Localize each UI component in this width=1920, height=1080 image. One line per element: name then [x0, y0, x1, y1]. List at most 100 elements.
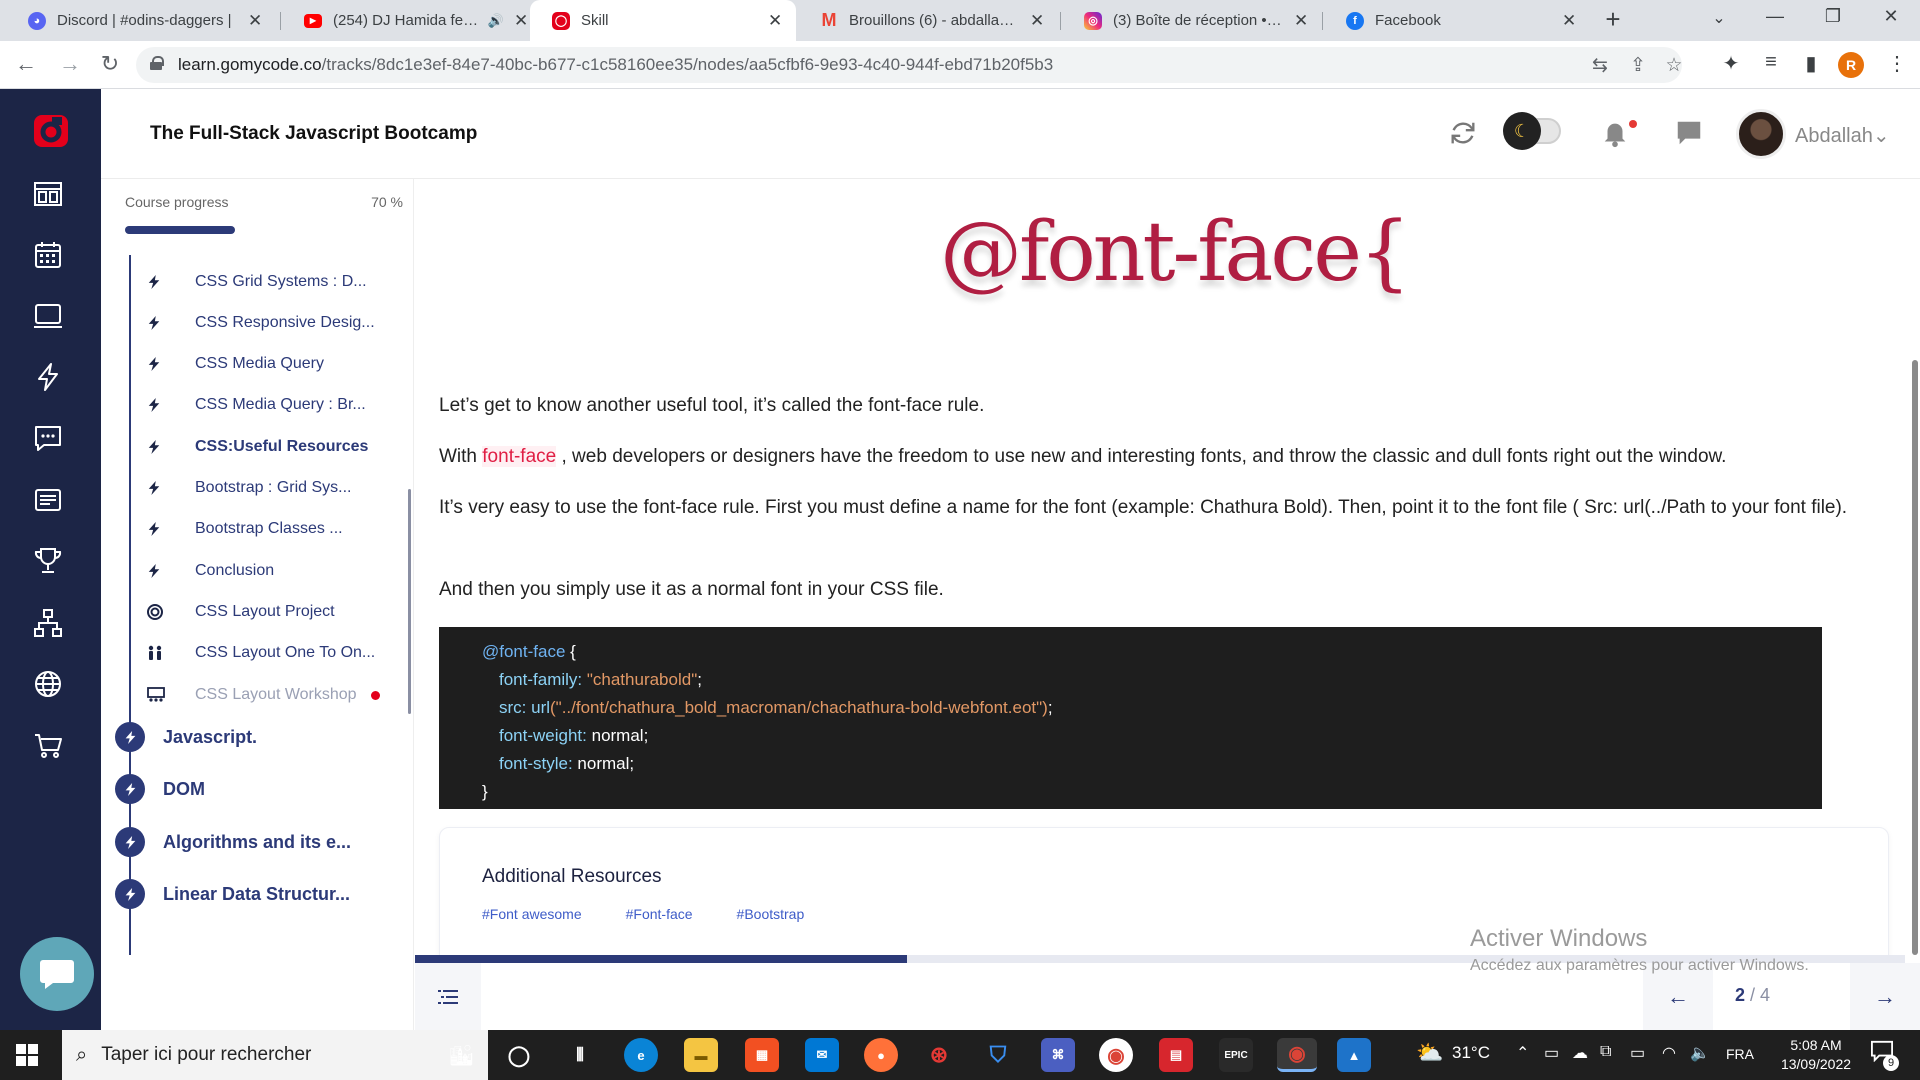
back-button[interactable]: ←: [12, 51, 40, 77]
forward-button[interactable]: →: [56, 51, 84, 77]
chrome-profile-icon[interactable]: ◉: [1277, 1038, 1317, 1072]
globe-icon[interactable]: [30, 666, 66, 702]
media-control-icon[interactable]: ≡: [1758, 51, 1784, 74]
courses-icon[interactable]: [30, 175, 66, 211]
input-language[interactable]: FRA: [1726, 1046, 1754, 1062]
clock[interactable]: 5:08 AM 13/09/2022: [1766, 1036, 1866, 1074]
onedrive-icon[interactable]: ☁: [1572, 1043, 1588, 1063]
trophy-icon[interactable]: [30, 543, 66, 579]
close-tab-icon[interactable]: ✕: [1294, 11, 1308, 31]
close-window-button[interactable]: ✕: [1876, 6, 1906, 27]
gomycode-logo[interactable]: [32, 111, 70, 151]
chevron-up-icon[interactable]: ⌃: [1516, 1043, 1529, 1063]
tab-gmail[interactable]: M Brouillons (6) - abdallah.lah ✕: [798, 0, 1058, 41]
reload-button[interactable]: ↻: [96, 51, 124, 77]
sidebar-scrollbar[interactable]: [408, 489, 411, 714]
sync-icon[interactable]: [1445, 115, 1481, 151]
address-bar[interactable]: learn.gomycode.co/tracks/8dc1e3ef-84e7-4…: [136, 47, 1683, 83]
close-tab-icon[interactable]: ✕: [1562, 11, 1576, 31]
notification-center-button[interactable]: 9: [1870, 1040, 1900, 1071]
close-tab-icon[interactable]: ✕: [248, 11, 262, 31]
lesson-item[interactable]: CSS Media Query: [131, 344, 401, 384]
volume-icon[interactable]: 🔈: [1690, 1043, 1710, 1063]
tab-instagram[interactable]: ◎ (3) Boîte de réception • Dire ✕: [1062, 0, 1322, 41]
notifications-bell-icon[interactable]: [1597, 115, 1633, 151]
photos-icon[interactable]: ▲: [1337, 1038, 1371, 1072]
microsoft-store-icon[interactable]: ▦: [745, 1038, 779, 1072]
share-icon[interactable]: ⇪: [1626, 54, 1650, 77]
lesson-item[interactable]: Conclusion: [131, 551, 401, 591]
lesson-item[interactable]: Bootstrap : Grid Sys...: [131, 468, 401, 508]
module-algorithms[interactable]: Algorithms and its e...: [115, 822, 351, 862]
redragon-icon[interactable]: ⊛: [922, 1038, 956, 1072]
close-tab-icon[interactable]: ✕: [768, 11, 782, 31]
widgets-icon[interactable]: ⫴: [563, 1038, 597, 1072]
display-icon[interactable]: ⧉: [1600, 1043, 1611, 1061]
task-view-icon[interactable]: ◯: [502, 1038, 536, 1072]
user-menu[interactable]: Abdallah⌄: [1795, 123, 1890, 148]
lesson-item[interactable]: CSS Grid Systems : D...: [131, 262, 401, 302]
calendar-icon[interactable]: [30, 237, 66, 273]
org-chart-icon[interactable]: [30, 605, 66, 641]
audio-playing-icon[interactable]: 🔊: [488, 13, 504, 29]
edge-icon[interactable]: e: [624, 1038, 658, 1072]
module-dom[interactable]: DOM: [115, 769, 205, 809]
defender-icon[interactable]: ⛉: [981, 1038, 1015, 1072]
lesson-item[interactable]: CSS Responsive Desig...: [131, 303, 401, 343]
battery-icon[interactable]: ▭: [1630, 1043, 1645, 1063]
search-highlight-icon[interactable]: 🏙: [449, 1043, 474, 1068]
weather-temperature[interactable]: 31°C: [1452, 1043, 1490, 1063]
module-linear-data-structures[interactable]: Linear Data Structur...: [115, 874, 350, 914]
extensions-icon[interactable]: ✦: [1718, 51, 1744, 76]
dark-mode-toggle[interactable]: ☾: [1503, 112, 1563, 150]
next-page-button[interactable]: →: [1850, 963, 1920, 1030]
lesson-item[interactable]: CSS Media Query : Br...: [131, 385, 401, 425]
tab-search-icon[interactable]: ⌄: [1704, 8, 1734, 28]
restore-button[interactable]: ❐: [1818, 6, 1848, 27]
teams-icon[interactable]: ⌘: [1041, 1038, 1075, 1072]
epic-games-icon[interactable]: EPIC: [1219, 1038, 1253, 1072]
mail-icon[interactable]: ✉: [805, 1038, 839, 1072]
close-tab-icon[interactable]: ✕: [514, 11, 528, 31]
chrome-icon[interactable]: ◉: [1099, 1038, 1133, 1072]
chrome-menu-icon[interactable]: ⋮: [1884, 51, 1910, 76]
cart-icon[interactable]: [30, 727, 66, 763]
url-text[interactable]: learn.gomycode.co/tracks/8dc1e3ef-84e7-4…: [178, 55, 1053, 75]
tab-facebook[interactable]: f Facebook ✕: [1324, 0, 1590, 41]
close-tab-icon[interactable]: ✕: [1030, 11, 1044, 31]
articles-icon[interactable]: [30, 482, 66, 518]
lesson-item[interactable]: CSS Layout One To On...: [131, 633, 401, 673]
module-javascript[interactable]: Javascript.: [115, 717, 257, 757]
firefox-icon[interactable]: ●: [864, 1038, 898, 1072]
windows-start-button[interactable]: [16, 1044, 38, 1066]
bolt-icon[interactable]: [30, 359, 66, 395]
new-tab-button[interactable]: +: [1598, 4, 1628, 35]
lesson-item-active[interactable]: CSS:Useful Resources: [131, 427, 401, 467]
messages-icon[interactable]: [1671, 115, 1707, 151]
minimize-button[interactable]: —: [1760, 6, 1790, 27]
resource-tag-font-face[interactable]: #Font-face: [626, 906, 693, 922]
lesson-item[interactable]: CSS Layout Project: [131, 592, 401, 632]
browser-profile-avatar[interactable]: R: [1838, 52, 1864, 78]
page-scrollbar[interactable]: [1912, 360, 1918, 955]
lesson-item[interactable]: Bootstrap Classes ...: [131, 509, 401, 549]
taskbar-search-box[interactable]: ⌕ Taper ici pour rechercher 🏙: [62, 1030, 488, 1080]
winrar-icon[interactable]: ▤: [1159, 1038, 1193, 1072]
support-chat-button[interactable]: [20, 937, 94, 1011]
meet-icon[interactable]: ▭: [1544, 1043, 1559, 1063]
file-explorer-icon[interactable]: ▬: [684, 1038, 718, 1072]
avatar[interactable]: [1736, 109, 1786, 159]
wifi-icon[interactable]: ◠: [1662, 1043, 1676, 1063]
resource-tag-font-awesome[interactable]: #Font awesome: [482, 906, 582, 922]
outline-toggle-button[interactable]: [415, 963, 481, 1030]
lock-icon[interactable]: [150, 56, 164, 70]
bookmark-star-icon[interactable]: ☆: [1662, 54, 1686, 77]
tab-youtube[interactable]: ▶ (254) DJ Hamida feat. A 🔊 ✕: [282, 0, 542, 41]
translate-icon[interactable]: ⇆: [1588, 54, 1612, 77]
lesson-item-locked[interactable]: CSS Layout Workshop: [131, 675, 401, 715]
weather-icon[interactable]: ⛅: [1416, 1040, 1443, 1066]
tab-discord[interactable]: ◕ Discord | #odins-daggers | ✕: [6, 0, 276, 41]
chat-icon[interactable]: [30, 420, 66, 456]
tab-skill[interactable]: ◯ Skill ✕: [530, 0, 796, 41]
resource-tag-bootstrap[interactable]: #Bootstrap: [737, 906, 805, 922]
